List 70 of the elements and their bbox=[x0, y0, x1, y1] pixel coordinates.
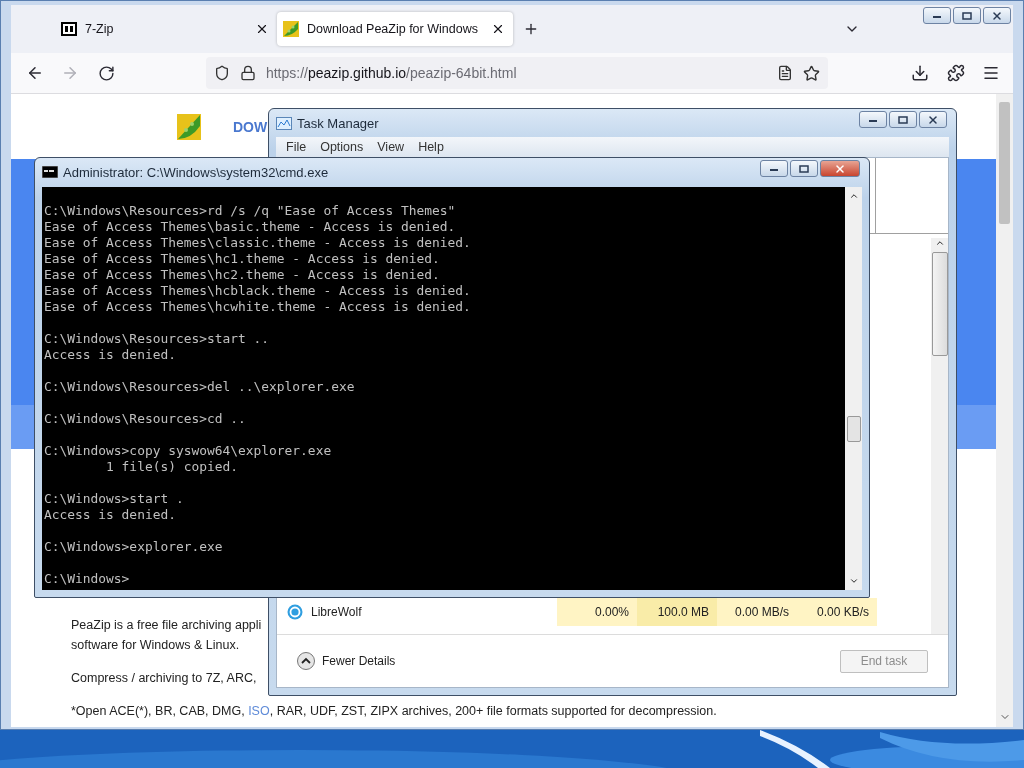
table-cell: 0.00 MB/s bbox=[717, 598, 797, 626]
scroll-up-icon[interactable] bbox=[848, 191, 859, 201]
table-cell: 0.00% bbox=[557, 598, 637, 626]
chevron-circle-icon bbox=[297, 652, 315, 670]
maximize-icon bbox=[962, 11, 972, 20]
plus-icon bbox=[523, 21, 539, 37]
console-output: C:\Windows\Resources>del ..\explorer.exe bbox=[44, 379, 356, 395]
paragraph: *Open ACE(*), BR, CAB, DMG, ISO, RAR, UDF, ZST, ZIPX archives, 200+ file formats supported for decompression. bbox=[71, 703, 718, 720]
window-title: Task Manager bbox=[297, 115, 379, 131]
table-cell: 0.00 KB/s bbox=[797, 598, 877, 626]
minimize-button[interactable] bbox=[859, 111, 887, 128]
close-button[interactable] bbox=[983, 7, 1011, 24]
shield-icon bbox=[213, 65, 230, 81]
minimize-button[interactable] bbox=[923, 7, 951, 24]
console-output: C:\Windows\Resources>cd .. bbox=[44, 411, 247, 427]
paragraph: Compress / archiving to 7Z, ARC, bbox=[71, 670, 258, 687]
maximize-icon bbox=[799, 164, 809, 173]
scroll-thumb[interactable] bbox=[999, 102, 1010, 224]
console-output: C:\Windows>start . Access is denied. bbox=[44, 491, 185, 523]
address-field[interactable]: https://peazip.github.io/peazip-64bit.html bbox=[205, 57, 829, 89]
console-output: C:\Windows>copy syswow64\explorer.exe 1 file(s) copied. bbox=[44, 443, 333, 475]
menu-item[interactable]: File bbox=[280, 140, 313, 154]
reader-view-icon[interactable] bbox=[777, 65, 794, 81]
text-link[interactable]: ISO bbox=[248, 704, 270, 718]
pea-pod-icon bbox=[283, 21, 299, 37]
menu-item[interactable]: Options bbox=[314, 140, 370, 154]
maximize-button[interactable] bbox=[889, 111, 917, 128]
console-output: C:\Windows>explorer.exe bbox=[44, 539, 224, 555]
app-circle-icon bbox=[287, 604, 303, 620]
fewer-details-button[interactable]: Fewer Details bbox=[297, 652, 396, 670]
table-cell: 100.0 MB bbox=[637, 598, 717, 626]
close-icon bbox=[927, 113, 939, 126]
list-scrollbar[interactable] bbox=[931, 238, 948, 634]
close-button[interactable] bbox=[919, 111, 947, 128]
paragraph: PeaZip is a free file archiving appli software for Windows & Linux. bbox=[71, 617, 263, 654]
close-icon[interactable] bbox=[255, 22, 269, 36]
process-row[interactable]: LibreWolf 0.00% 100.0 MB 0.00 MB/s 0.00 KB/s bbox=[277, 598, 931, 626]
archive-logo-icon bbox=[61, 22, 77, 36]
close-icon[interactable] bbox=[491, 22, 505, 36]
pea-pod-icon bbox=[177, 113, 201, 140]
nav-link[interactable]: DOW bbox=[233, 118, 268, 135]
maximize-button[interactable] bbox=[790, 160, 818, 177]
close-icon bbox=[991, 9, 1003, 22]
console-icon bbox=[42, 166, 58, 178]
menu-icon bbox=[982, 64, 1001, 82]
scroll-up-icon[interactable] bbox=[934, 238, 945, 248]
download-icon bbox=[910, 64, 929, 82]
bookmark-star-icon[interactable] bbox=[803, 64, 821, 82]
scroll-thumb[interactable] bbox=[846, 416, 861, 442]
page-scrollbar[interactable] bbox=[996, 94, 1013, 727]
console-scrollbar[interactable] bbox=[845, 187, 862, 590]
process-name: LibreWolf bbox=[311, 605, 362, 619]
console-output: C:\Windows\Resources>rd /s /q "Ease of Access Themes" Ease of Access Themes\basic.theme - Access is denied. Ease of Access Themes\classic.theme - Access is denied. Ease of Access Themes\hc1.theme - Access is denied. Ease of Access Themes\hc2.theme - Access is denied. Ease of Access Themes\hcblack.theme - Access is denied. Ease of Access Themes\hcwhite.theme - Access is denied. bbox=[44, 203, 472, 315]
maximize-button[interactable] bbox=[953, 7, 981, 24]
menu-item[interactable]: Help bbox=[412, 140, 450, 154]
lock-icon bbox=[239, 65, 256, 81]
puzzle-icon bbox=[946, 64, 965, 82]
close-icon bbox=[834, 162, 846, 175]
graph-monitor-icon bbox=[276, 116, 292, 130]
reload-icon bbox=[97, 64, 115, 82]
console-output: C:\Windows\Resources>start .. Access is denied. bbox=[44, 331, 271, 363]
window-title: Administrator: C:\Windows\system32\cmd.exe bbox=[63, 164, 329, 180]
browser-tab[interactable]: Download PeaZip for Windows bbox=[277, 12, 513, 46]
scroll-down-icon[interactable] bbox=[848, 576, 859, 586]
menu-item[interactable]: View bbox=[371, 140, 411, 154]
minimize-button[interactable] bbox=[760, 160, 788, 177]
scroll-thumb[interactable] bbox=[931, 252, 948, 356]
console-output: C:\Windows> bbox=[44, 571, 131, 587]
maximize-icon bbox=[898, 115, 908, 124]
browser-tab[interactable]: 7-Zip bbox=[55, 12, 277, 46]
